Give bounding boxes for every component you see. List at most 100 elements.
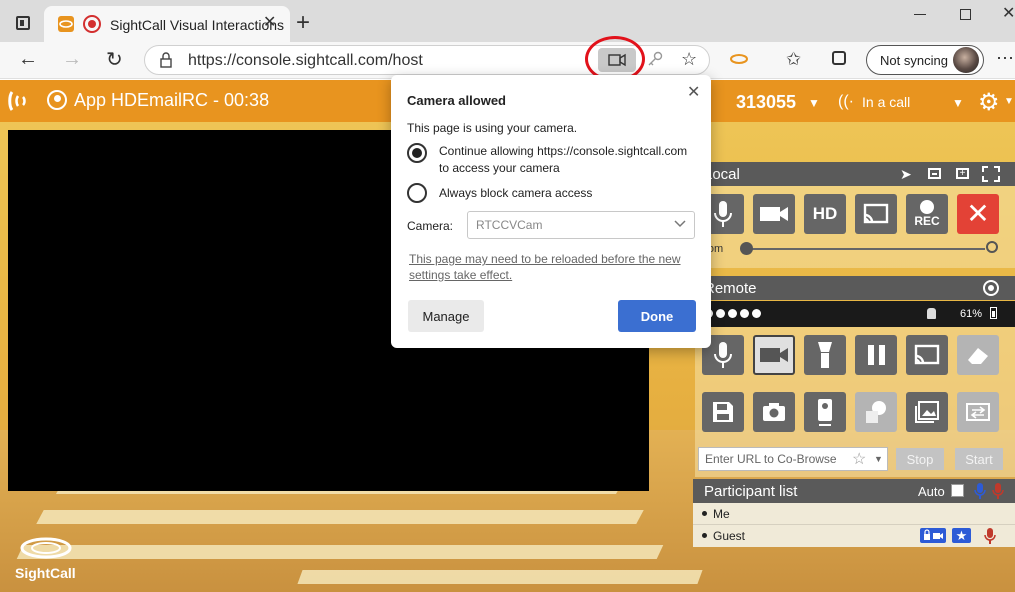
dialog-close-icon[interactable]: ✕ (687, 82, 700, 102)
expand-panel-icon[interactable]: + (956, 168, 969, 179)
collections-icon[interactable] (832, 51, 846, 65)
favorites-icon[interactable]: ✩ (786, 49, 801, 70)
pause-icon (867, 345, 885, 365)
manage-label: Manage (422, 308, 470, 324)
gallery-icon (915, 401, 939, 423)
stop-button[interactable]: Stop (896, 448, 944, 470)
minimize-icon[interactable] (914, 14, 926, 15)
settings-dropdown-icon[interactable]: ▼ (1004, 96, 1014, 107)
record-button[interactable]: REC (906, 194, 948, 234)
block-radio[interactable] (407, 183, 427, 203)
hd-label: HD (812, 204, 838, 223)
reload-note-cont: settings take effect. (409, 268, 513, 282)
cast-icon (863, 203, 889, 224)
block-option-label[interactable]: Always block camera access (439, 186, 592, 200)
device-icon (818, 399, 832, 426)
eraser-button[interactable] (957, 335, 999, 375)
battery-icon (990, 307, 997, 319)
status-dropdown-icon[interactable]: ▼ (952, 96, 964, 110)
guest-mic-icon[interactable] (984, 527, 996, 550)
avatar (953, 47, 979, 73)
lock-icon[interactable] (160, 52, 172, 68)
android-icon (927, 308, 936, 319)
refresh-icon[interactable]: ↻ (106, 47, 123, 72)
shapes-icon (866, 401, 886, 423)
camera-select-value: RTCCVCam (476, 218, 543, 232)
remote-camera-button[interactable] (753, 335, 795, 375)
zoom-slider-handle[interactable] (740, 242, 753, 255)
settings-gear-icon[interactable]: ⚙ (978, 88, 1000, 117)
pointer-icon[interactable]: ➤ (900, 166, 912, 183)
done-button[interactable]: Done (618, 300, 696, 332)
cast-button[interactable] (855, 194, 897, 234)
fullscreen-icon[interactable] (982, 166, 1000, 182)
allow-option-label-cont[interactable]: to access your camera (439, 161, 560, 175)
bullet-icon (702, 533, 707, 538)
maximize-icon[interactable] (960, 9, 971, 20)
microphone-icon (714, 201, 732, 227)
key-icon[interactable] (646, 50, 664, 73)
mic-blue-icon[interactable] (974, 482, 986, 505)
save-button[interactable] (702, 392, 744, 432)
bullet-icon (702, 511, 707, 516)
chevron-down-icon[interactable] (673, 216, 687, 234)
star-icon[interactable]: ★ (952, 528, 971, 543)
remote-cast-button[interactable] (906, 335, 948, 375)
auto-label: Auto (918, 484, 945, 499)
tab-title: SightCall Visual Interactions (110, 17, 285, 33)
local-camera-button[interactable] (753, 194, 795, 234)
back-icon[interactable]: ← (18, 48, 38, 71)
close-window-icon[interactable]: ✕ (1002, 3, 1015, 23)
new-tab-icon[interactable]: + (296, 9, 310, 37)
tab-favicon-icon (58, 16, 74, 32)
call-id[interactable]: 313055 (736, 92, 796, 113)
start-button[interactable]: Start (955, 448, 1003, 470)
list-item[interactable] (693, 503, 1015, 525)
call-id-dropdown-icon[interactable]: ▼ (808, 96, 820, 110)
allow-option-label[interactable]: Continue allowing https://console.sightc… (439, 144, 687, 158)
participant-name: Guest (713, 529, 746, 543)
cobrowse-dropdown-icon[interactable]: ▼ (874, 454, 883, 464)
rec-label: REC (914, 214, 940, 228)
app-title: App HDEmailRC - 00:38 (74, 90, 270, 110)
sightcall-logo-text: SightCall (15, 565, 76, 581)
microphone-icon (714, 342, 732, 368)
locate-icon[interactable] (983, 280, 999, 296)
minimize-panel-icon[interactable] (928, 168, 941, 179)
url-text[interactable]: https://console.sightcall.com/host (188, 52, 423, 70)
done-label: Done (640, 308, 674, 324)
device-button[interactable] (804, 392, 846, 432)
add-favorite-icon[interactable]: ☆ (681, 49, 697, 70)
participant-name: Me (713, 507, 730, 521)
tab-actions-icon[interactable] (16, 16, 30, 30)
signal-strength-icon (704, 309, 761, 318)
bookmark-star-icon[interactable]: ☆ (852, 449, 866, 469)
flashlight-button[interactable] (804, 335, 846, 375)
remote-panel-title: Remote (704, 280, 757, 297)
hd-button[interactable]: HD (804, 194, 846, 234)
auto-checkbox[interactable] (951, 484, 964, 497)
gallery-button[interactable] (906, 392, 948, 432)
eraser-icon (968, 348, 988, 364)
start-label: Start (965, 451, 993, 467)
zoom-in-icon[interactable] (986, 241, 998, 253)
forward-icon[interactable]: → (62, 48, 82, 71)
manage-button[interactable]: Manage (408, 300, 484, 332)
snapshot-button[interactable] (753, 392, 795, 432)
user-location-icon (47, 90, 67, 110)
switch-icon (966, 403, 990, 421)
camera-label: Camera: (407, 219, 454, 233)
reload-note: This page may need to be reloaded before… (409, 252, 681, 266)
more-icon[interactable]: ⋯ (996, 48, 1014, 69)
pause-button[interactable] (855, 335, 897, 375)
extension-icon[interactable] (729, 52, 749, 71)
hangup-button[interactable]: ✕ (957, 194, 999, 234)
lock-camera-icon[interactable] (920, 528, 946, 543)
zoom-slider[interactable] (745, 248, 985, 250)
shapes-button[interactable] (855, 392, 897, 432)
call-status-icon: ((· (838, 93, 854, 110)
mic-red-icon[interactable] (992, 482, 1004, 505)
switch-button[interactable] (957, 392, 999, 432)
tab-close-icon[interactable]: ✕ (263, 12, 276, 32)
video-camera-icon (760, 348, 788, 362)
